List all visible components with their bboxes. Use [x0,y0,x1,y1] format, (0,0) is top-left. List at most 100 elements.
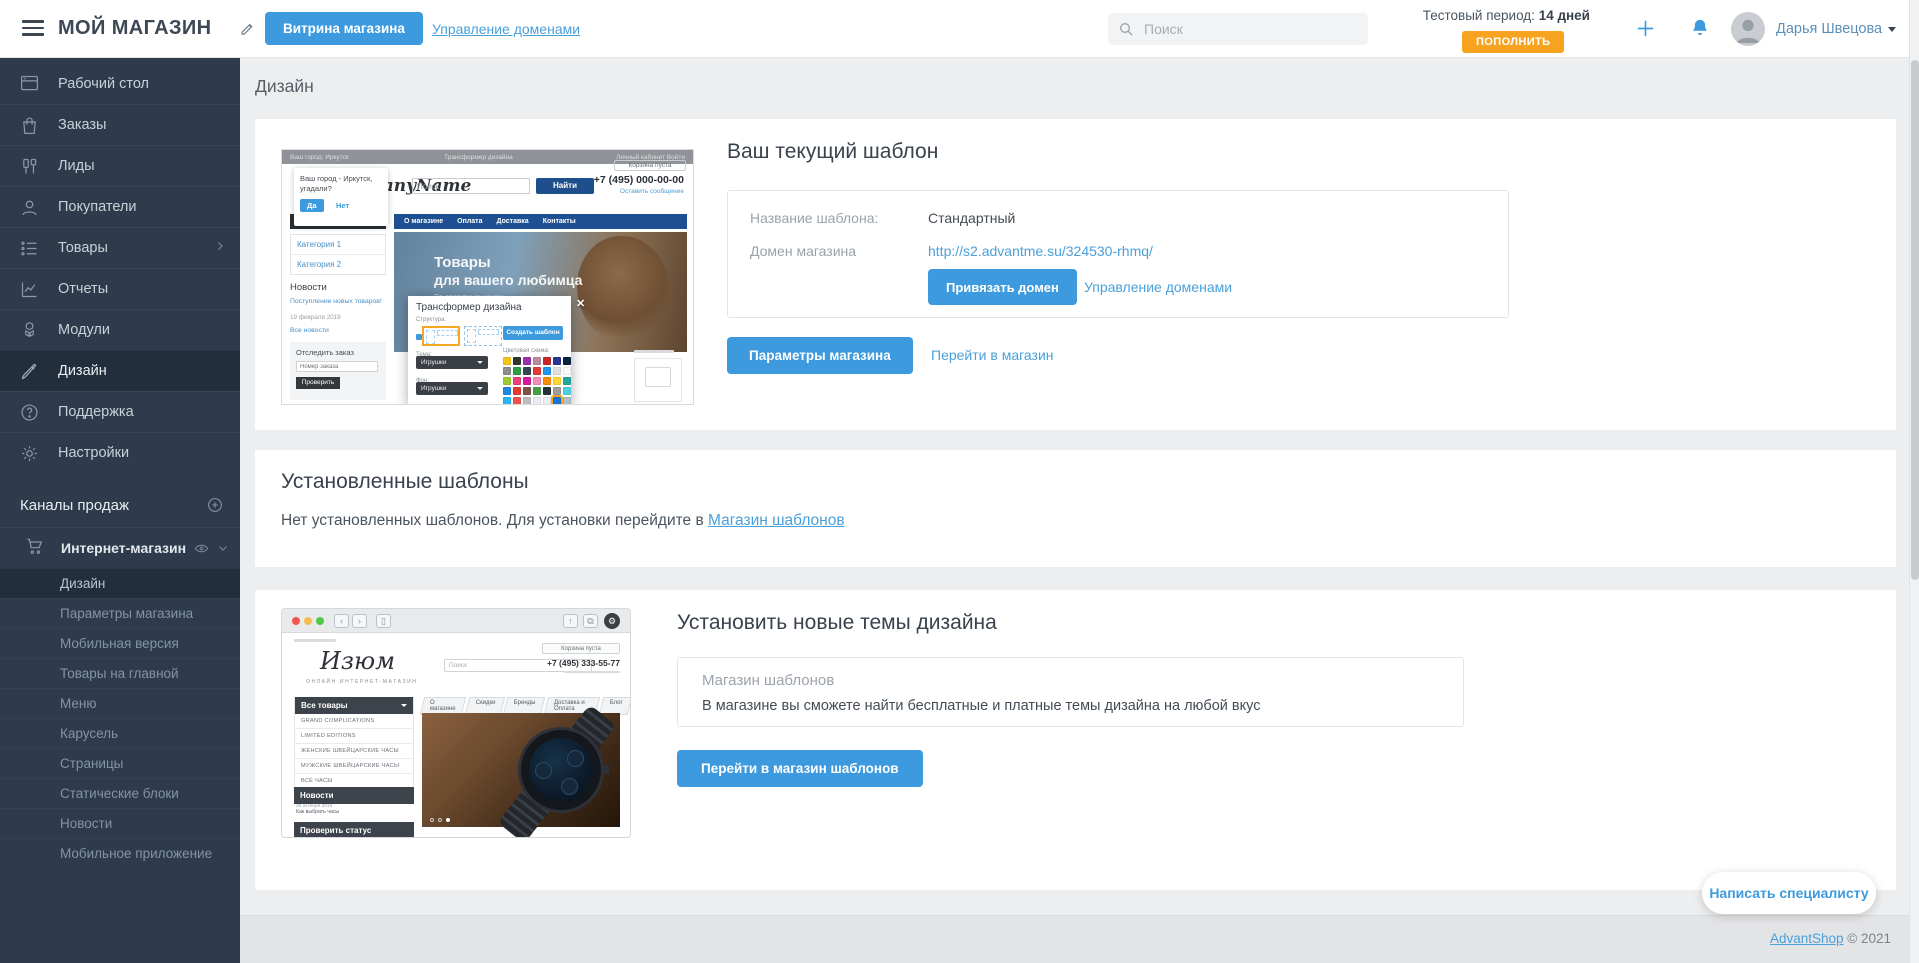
sidebar-item-label: Покупатели [58,199,136,215]
sidebar-subitem-store-params[interactable]: Параметры магазина [0,598,240,628]
demo-categories: Категория 1 Категория 2 [290,234,386,275]
color-swatch [533,397,541,405]
advantshop-link[interactable]: AdvantShop [1770,931,1844,946]
sidebar-item-support[interactable]: Поддержка [0,391,240,432]
goto-store-link[interactable]: Перейти в магазин [931,347,1054,363]
mac-zoom-dot [316,617,324,625]
desktop-icon [16,73,42,94]
chat-specialist-button[interactable]: Написать специалисту [1702,872,1876,914]
sidebar-item-design[interactable]: Дизайн [0,350,240,391]
storefront-button[interactable]: Витрина магазина [265,12,423,45]
installed-templates-heading: Установленные шаблоны [281,470,529,494]
top-header: МОЙ МАГАЗИН Витрина магазина Управление … [0,0,1919,58]
demo-track-order-box: Отследить заказ Проверить [290,342,386,400]
demo-cart-button: Корзина пуста [614,160,686,171]
color-swatch [553,357,561,365]
sidebar-subitem-static-blocks[interactable]: Статические блоки [0,778,240,808]
background-select: Игрушки [416,382,488,395]
color-swatch [533,387,541,395]
sidebar-item-label: Настройки [58,445,129,461]
search-box[interactable] [1108,13,1368,45]
theme-store-thumbnail[interactable]: ‹ › ▯ ↑ ⧉ ⚙ Изюм ОНЛАЙН ИНТЕРНЕТ-МАГАЗИН… [281,608,631,838]
sidebar-item-leads[interactable]: Лиды [0,145,240,186]
sidebar-item-orders[interactable]: Заказы [0,104,240,145]
notifications-bell-icon[interactable] [1689,17,1711,44]
sidebar-subitem-menu[interactable]: Меню [0,688,240,718]
current-template-heading: Ваш текущий шаблон [727,140,938,164]
dog-photo [577,236,669,344]
add-channel-plus-icon[interactable] [206,496,224,514]
sidebar-item-products[interactable]: Товары [0,227,240,268]
chevron-down-icon[interactable] [217,542,229,554]
color-swatch [513,377,521,385]
sidebar-item-online-store[interactable]: Интернет-магазин [0,527,240,568]
color-swatch [563,357,571,365]
current-template-thumbnail[interactable]: Ваш город: Иркутск Трансформер дизайна Л… [281,149,694,405]
color-scheme-label: Цветовая схема: [503,348,550,354]
demo-news-title: Новости [290,282,327,293]
edit-pencil-icon[interactable] [240,20,257,42]
scrollbar-thumb[interactable] [1911,60,1919,580]
hamburger-menu-icon[interactable] [22,20,44,37]
sidebar-item-settings[interactable]: Настройки [0,432,240,473]
channel-label: Интернет-магазин [61,540,186,556]
demo-phone: +7 (495) 000-00-00 [594,174,684,186]
store-domain-label: Домен магазина [750,243,856,259]
sidebar-item-dashboard[interactable]: Рабочий стол [0,63,240,104]
color-swatch [513,367,521,375]
new-themes-card: ‹ › ▯ ↑ ⧉ ⚙ Изюм ОНЛАЙН ИНТЕРНЕТ-МАГАЗИН… [255,590,1896,890]
add-plus-icon[interactable] [1634,17,1657,45]
izum-logo: Изюм [320,647,395,675]
manage-domains-link-2[interactable]: Управление доменами [1084,279,1232,295]
sidebar-item-label: Поддержка [58,404,134,420]
search-input[interactable] [1142,20,1342,38]
sidebar-item-customers[interactable]: Покупатели [0,186,240,227]
color-swatch [523,377,531,385]
sidebar-subitem-main-products[interactable]: Товары на главной [0,658,240,688]
template-name-value: Стандартный [928,210,1015,226]
color-swatch [553,377,561,385]
page-scrollbar[interactable] [1909,0,1919,963]
city-question: Ваш город - Иркутск, угадали? [300,174,382,194]
store-params-button[interactable]: Параметры магазина [727,337,913,374]
color-swatch [533,357,541,365]
template-store-link[interactable]: Магазин шаблонов [708,512,845,529]
color-swatch [503,367,511,375]
installed-templates-card: Установленные шаблоны Нет установленных … [255,450,1896,567]
forward-icon: › [352,614,367,628]
manage-domains-link[interactable]: Управление доменами [432,21,580,37]
sidebar-subitem-news[interactable]: Новости [0,808,240,838]
theme-store-info-box: Магазин шаблонов В магазине вы сможете н… [677,657,1464,727]
user-menu[interactable]: Дарья Швецова [1776,21,1896,37]
sidebar-subitem-carousel[interactable]: Карусель [0,718,240,748]
sidebar-item-reports[interactable]: Отчеты [0,268,240,309]
trial-period-text: Тестовый период: 14 дней [1398,8,1590,23]
sidebar-item-modules[interactable]: Модули [0,309,240,350]
eye-icon[interactable] [194,541,209,556]
topup-button[interactable]: ПОПОЛНИТЬ [1462,31,1564,53]
sidebar-subitem-mobile-app[interactable]: Мобильное приложение [0,838,240,868]
demo-find-button: Найти [536,178,594,194]
copy-icon: ⧉ [583,614,598,628]
watch-hero-image [422,713,620,827]
color-swatch [543,357,551,365]
bind-domain-button[interactable]: Привязать домен [928,269,1077,305]
sales-channels-header: Каналы продаж [0,483,240,527]
store-domain-link[interactable]: http://s2.advantme.su/324530-rhmq/ [928,243,1153,259]
customers-icon [16,197,42,218]
izum-phone: +7 (495) 333-55-77 [547,658,620,668]
reports-chart-icon [16,279,42,300]
sidebar-subitem-pages[interactable]: Страницы [0,748,240,778]
sidebar-subitem-mobile-version[interactable]: Мобильная версия [0,628,240,658]
design-brush-icon [16,361,42,382]
footer: AdvantShop © 2021 [0,915,1919,963]
text-bar [634,350,674,353]
color-swatch [553,387,561,395]
template-info-box: Название шаблона: Стандартный Домен мага… [727,190,1509,318]
new-themes-heading: Установить новые темы дизайна [677,611,997,635]
user-avatar[interactable] [1731,12,1765,46]
color-swatch [543,397,551,405]
goto-theme-store-button[interactable]: Перейти в магазин шаблонов [677,750,923,787]
color-swatch [563,387,571,395]
sidebar-subitem-design[interactable]: Дизайн [0,568,240,598]
